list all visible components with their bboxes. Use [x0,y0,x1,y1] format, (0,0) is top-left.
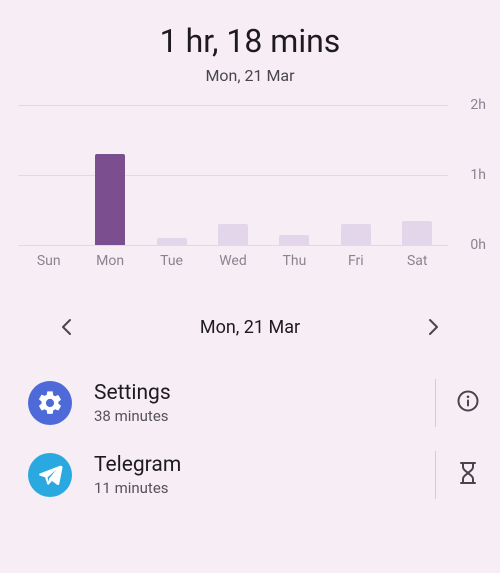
chart-x-tick-label: Sun [18,253,79,269]
chart-bar-slot[interactable]: Thu [264,105,325,245]
chart-x-tick-label: Wed [202,253,263,269]
app-row[interactable]: Telegram 11 minutes [0,439,500,511]
chart-bar-slot[interactable]: Fri [325,105,386,245]
app-text: Settings 38 minutes [94,381,427,425]
info-icon [456,389,480,417]
separator [435,379,436,427]
chart-bar-slot[interactable]: Mon [79,105,140,245]
app-text: Telegram 11 minutes [94,453,427,497]
chart-gridline [18,245,448,246]
chevron-left-icon [60,318,72,336]
settings-icon [28,381,72,425]
chart-bar [218,224,248,245]
chart-x-tick-label: Tue [141,253,202,269]
chart-x-tick-label: Sat [387,253,448,269]
separator [435,451,436,499]
app-info-button[interactable] [454,389,482,417]
chart-y-tick-label: 2h [470,97,486,113]
chart-bar [341,224,371,245]
app-duration: 11 minutes [94,479,427,497]
summary-header: 1 hr, 18 mins Mon, 21 Mar [0,0,500,85]
chart-bar [279,235,309,246]
chart-bar [157,238,187,245]
chart-bars: SunMonTueWedThuFriSat [18,105,448,245]
usage-bar-chart[interactable]: 0h1h2hSunMonTueWedThuFriSat [0,105,500,275]
total-date: Mon, 21 Mar [0,66,500,85]
chart-bar-slot[interactable]: Sun [18,105,79,245]
chart-y-tick-label: 0h [470,237,486,253]
chart-x-tick-label: Mon [79,253,140,269]
chart-bar [402,221,432,246]
chart-x-tick-label: Thu [264,253,325,269]
chart-bar-slot[interactable]: Tue [141,105,202,245]
date-navigator: Mon, 21 Mar [0,313,500,341]
chevron-right-icon [428,318,440,336]
chart-bar-slot[interactable]: Sat [387,105,448,245]
app-name: Telegram [94,453,427,477]
chart-bar-slot[interactable]: Wed [202,105,263,245]
prev-day-button[interactable] [52,313,80,341]
total-time: 1 hr, 18 mins [0,22,500,60]
chart-x-tick-label: Fri [325,253,386,269]
app-name: Settings [94,381,427,405]
chart-bar [95,154,125,245]
next-day-button[interactable] [420,313,448,341]
app-usage-list: Settings 38 minutes Telegram 11 minutes [0,367,500,511]
chart-y-tick-label: 1h [470,167,486,183]
hourglass-icon [457,461,479,489]
date-nav-label: Mon, 21 Mar [200,317,300,338]
app-duration: 38 minutes [94,407,427,425]
app-timer-button[interactable] [454,461,482,489]
app-row[interactable]: Settings 38 minutes [0,367,500,439]
telegram-icon [28,453,72,497]
